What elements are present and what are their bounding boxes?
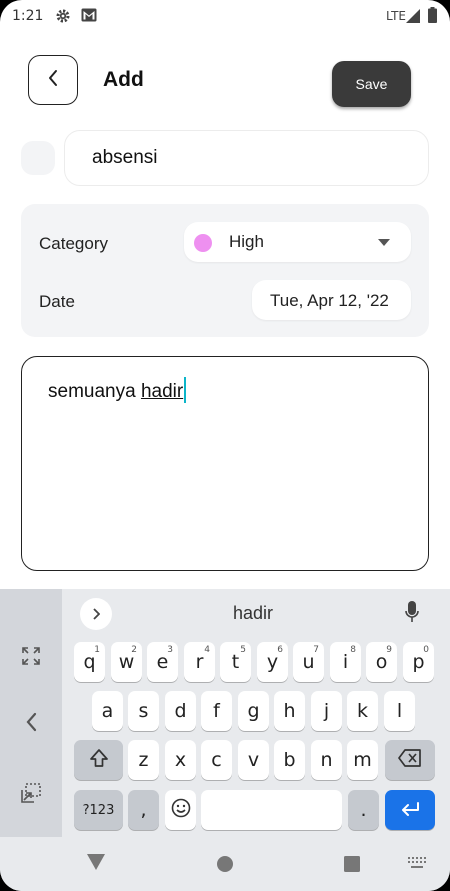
task-name-input[interactable]: absensi xyxy=(64,130,429,186)
suggestions-expand-button[interactable] xyxy=(80,598,112,630)
key-r[interactable]: r4 xyxy=(184,642,215,682)
date-label: Date xyxy=(39,292,75,311)
dropdown-arrow-icon xyxy=(378,239,390,246)
navigation-bar xyxy=(0,837,450,891)
mic-icon[interactable] xyxy=(405,601,419,628)
date-value: Tue, Apr 12, '22 xyxy=(270,291,389,310)
category-dropdown[interactable]: High xyxy=(184,222,411,262)
key-v[interactable]: v xyxy=(238,740,269,780)
key-j[interactable]: j xyxy=(311,691,342,731)
key-u[interactable]: u7 xyxy=(293,642,324,682)
chevron-left-icon xyxy=(47,69,59,92)
comma-key[interactable]: , xyxy=(128,790,159,830)
key-l[interactable]: l xyxy=(384,691,415,731)
space-key[interactable] xyxy=(201,790,342,830)
key-k[interactable]: k xyxy=(347,691,378,731)
symbols-key[interactable]: ?123 xyxy=(74,790,123,830)
key-e[interactable]: e3 xyxy=(147,642,178,682)
nav-home-icon[interactable] xyxy=(216,855,234,878)
key-n[interactable]: n xyxy=(311,740,342,780)
key-g[interactable]: g xyxy=(238,691,269,731)
signal-icon xyxy=(406,9,420,27)
save-button[interactable]: Save xyxy=(332,61,411,107)
keyboard-switch-icon[interactable] xyxy=(408,857,426,876)
enter-icon xyxy=(400,799,420,821)
nav-recents-icon[interactable] xyxy=(343,855,361,878)
key-a[interactable]: a xyxy=(92,691,123,731)
category-label: Category xyxy=(39,234,108,253)
date-picker-button[interactable]: Tue, Apr 12, '22 xyxy=(252,280,411,320)
floating-keyboard-icon[interactable] xyxy=(16,778,46,808)
text-cursor xyxy=(184,377,187,403)
key-m[interactable]: m xyxy=(347,740,378,780)
status-bar: 1:21 LTE xyxy=(0,0,450,34)
key-s[interactable]: s xyxy=(128,691,159,731)
suggestion-chip[interactable]: hadir xyxy=(190,603,316,624)
nav-back-icon[interactable] xyxy=(86,853,106,876)
category-value: High xyxy=(229,232,264,251)
properties-card: Category High Date Tue, Apr 12, '22 xyxy=(21,204,429,337)
key-q[interactable]: q1 xyxy=(74,642,105,682)
key-t[interactable]: t5 xyxy=(220,642,251,682)
backspace-key[interactable] xyxy=(385,740,435,780)
shift-key[interactable] xyxy=(74,740,123,780)
key-i[interactable]: i8 xyxy=(330,642,361,682)
gmail-icon xyxy=(81,8,97,26)
page-title: Add xyxy=(103,68,144,91)
note-text: semuanya xyxy=(48,381,141,402)
key-y[interactable]: y6 xyxy=(257,642,288,682)
category-color-dot xyxy=(194,234,212,252)
key-c[interactable]: c xyxy=(201,740,232,780)
key-z[interactable]: z xyxy=(128,740,159,780)
period-key[interactable]: . xyxy=(348,790,379,830)
note-composing-word: hadir xyxy=(140,381,184,402)
emoji-key[interactable] xyxy=(165,790,196,830)
back-button[interactable] xyxy=(28,55,78,105)
network-type: LTE xyxy=(386,9,406,23)
keyboard-side-panel xyxy=(0,589,62,837)
settings-icon xyxy=(55,8,71,28)
battery-icon xyxy=(428,7,437,27)
chevron-left-icon[interactable] xyxy=(16,707,46,737)
status-time: 1:21 xyxy=(12,8,44,24)
key-b[interactable]: b xyxy=(274,740,305,780)
task-checkbox[interactable] xyxy=(21,141,55,175)
key-w[interactable]: w2 xyxy=(111,642,142,682)
phone-screen: 1:21 LTE Add Save absensi Category High xyxy=(0,0,450,891)
expand-icon[interactable] xyxy=(16,641,46,671)
enter-key[interactable] xyxy=(385,790,435,830)
on-screen-keyboard: hadir q1 w2 e3 r4 t5 y6 u7 i8 o9 p0 a s … xyxy=(0,589,450,837)
emoji-icon xyxy=(171,798,191,823)
key-d[interactable]: d xyxy=(165,691,196,731)
backspace-icon xyxy=(398,748,422,772)
key-x[interactable]: x xyxy=(165,740,196,780)
key-h[interactable]: h xyxy=(274,691,305,731)
key-o[interactable]: o9 xyxy=(366,642,397,682)
shift-icon xyxy=(89,748,109,773)
key-p[interactable]: p0 xyxy=(403,642,434,682)
note-textarea[interactable]: semuanya hadir xyxy=(21,356,429,571)
key-f[interactable]: f xyxy=(201,691,232,731)
